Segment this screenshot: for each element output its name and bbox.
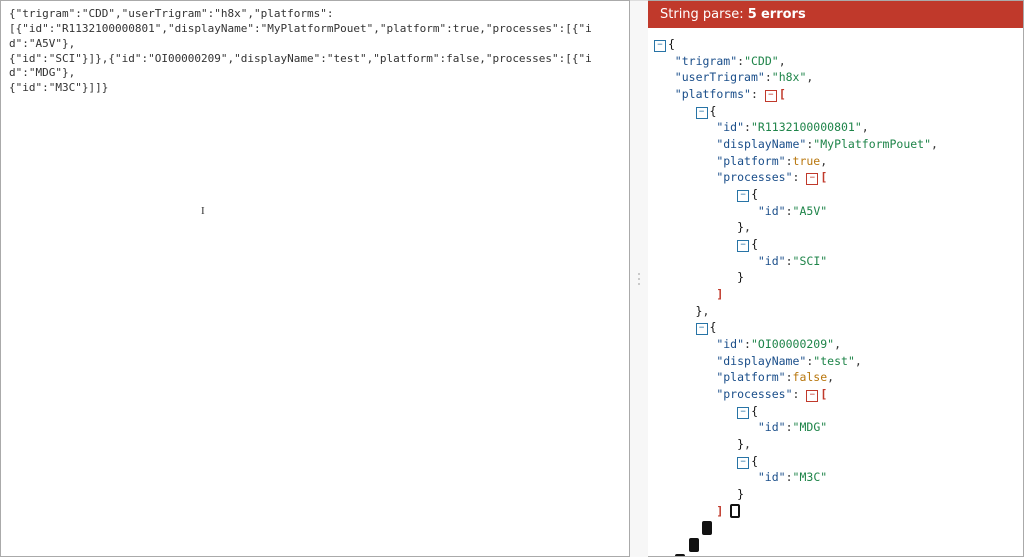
key-trigram: trigram [682,54,730,68]
val-p1-pr1: M3C [799,470,820,484]
collapse-icon[interactable] [737,190,749,202]
status-count: 5 [748,7,757,22]
val-p0-id: R1132100000801 [758,120,855,134]
parse-error-marker [689,538,699,552]
key-processes: processes [723,170,785,184]
key-processes: processes [723,387,785,401]
val-p1-name: test [820,354,848,368]
collapse-icon[interactable] [696,107,708,119]
key-userTrigram: userTrigram [682,70,758,84]
collapse-icon[interactable] [654,40,666,52]
raw-input-panel[interactable]: {"trigram":"CDD","userTrigram":"h8x","pl… [0,0,630,557]
collapse-icon[interactable] [696,323,708,335]
key-id: id [765,204,779,218]
key-platforms: platforms [682,87,744,101]
key-id: id [765,420,779,434]
collapse-icon[interactable] [806,173,818,185]
key-platform: platform [723,154,778,168]
app-root: {"trigram":"CDD","userTrigram":"h8x","pl… [0,0,1024,557]
val-p0-pr1: SCI [799,254,820,268]
collapse-icon[interactable] [806,390,818,402]
status-bar: String parse: 5 errors [648,1,1023,28]
raw-input-text[interactable]: {"trigram":"CDD","userTrigram":"h8x","pl… [1,1,629,102]
val-p1-pr0: MDG [799,420,820,434]
val-p0-plat: true [793,154,821,168]
collapse-icon[interactable] [737,457,749,469]
key-displayName: displayName [723,354,799,368]
parse-error-marker [730,504,740,518]
key-displayName: displayName [723,137,799,151]
parse-error-marker [675,554,685,556]
val-p1-plat: false [793,370,828,384]
splitter-handle[interactable] [630,0,648,557]
val-trigram: CDD [751,54,772,68]
collapse-icon[interactable] [765,90,777,102]
text-cursor: I [201,205,202,219]
key-id: id [723,337,737,351]
json-tree[interactable]: { "trigram":"CDD", "userTrigram":"h8x", … [648,28,1023,556]
parse-error-marker [702,521,712,535]
val-userTrigram: h8x [779,70,800,84]
key-id: id [723,120,737,134]
key-id: id [765,254,779,268]
key-platform: platform [723,370,778,384]
status-suffix: errors [761,7,806,22]
key-id: id [765,470,779,484]
val-p0-pr0: A5V [799,204,820,218]
collapse-icon[interactable] [737,240,749,252]
collapse-icon[interactable] [737,407,749,419]
result-panel: String parse: 5 errors { "trigram":"CDD"… [648,0,1024,557]
status-prefix: String parse: [660,7,744,22]
val-p0-name: MyPlatformPouet [820,137,924,151]
val-p1-id: OI00000209 [758,337,827,351]
